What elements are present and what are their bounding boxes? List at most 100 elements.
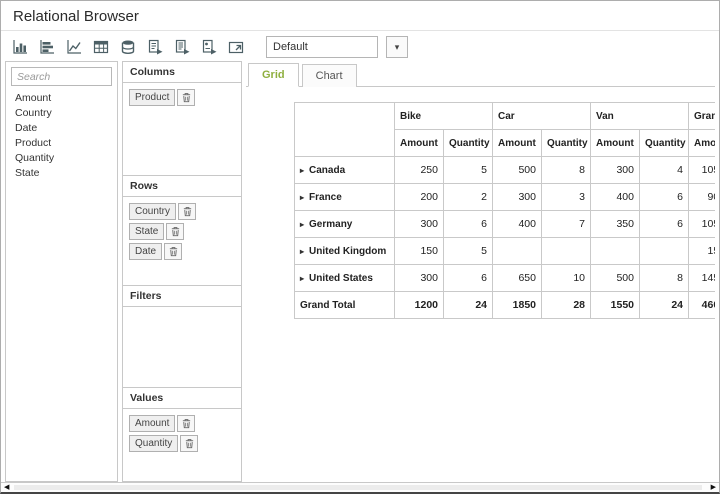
value-pill-quantity[interactable]: Quantity — [129, 435, 178, 452]
pivot-cell: 24 — [640, 292, 689, 319]
pill-row: State — [129, 223, 235, 240]
pivot-cell: 10 — [542, 265, 591, 292]
pivot-cell: 6 — [444, 211, 493, 238]
word-export-icon[interactable] — [171, 36, 193, 58]
pivot-cell: 500 — [591, 265, 640, 292]
pdf-export-icon[interactable] — [198, 36, 220, 58]
pivot-grid-icon[interactable] — [90, 36, 112, 58]
value-pill-amount[interactable]: Amount — [129, 415, 175, 432]
pill-row: Quantity — [129, 435, 235, 452]
tab-chart[interactable]: Chart — [302, 64, 357, 87]
pivot-cell: 1050 — [689, 157, 715, 184]
filters-section-title: Filters — [123, 285, 241, 307]
pivot-cell: 2 — [444, 184, 493, 211]
scroll-left-icon[interactable]: ◀ — [2, 483, 11, 492]
field-item-date[interactable]: Date — [6, 121, 117, 136]
trash-icon[interactable] — [177, 415, 195, 432]
pivot-cell: 250 — [395, 157, 444, 184]
trash-icon[interactable] — [166, 223, 184, 240]
pivot-cell: 150 — [689, 238, 715, 265]
trash-icon[interactable] — [178, 203, 196, 220]
report-dropdown[interactable]: Default — [266, 36, 378, 58]
pivot-cell: 8 — [640, 265, 689, 292]
column-group-car: Car — [493, 103, 591, 130]
row-pill-date[interactable]: Date — [129, 243, 162, 260]
pivot-cell: 400 — [493, 211, 542, 238]
field-item-product[interactable]: Product — [6, 136, 117, 151]
columns-drop-area[interactable]: Product — [123, 83, 241, 175]
column-chart-icon[interactable] — [9, 36, 31, 58]
pivot-cell: 1050 — [689, 211, 715, 238]
pivot-cell: 1200 — [395, 292, 444, 319]
pivot-cell: 300 — [493, 184, 542, 211]
search-input[interactable] — [11, 67, 112, 86]
report-dropdown-value: Default — [273, 41, 308, 53]
pivot-cell: 200 — [395, 184, 444, 211]
titlebar: Relational Browser — [1, 1, 719, 31]
pivot-cell: 300 — [395, 211, 444, 238]
pivot-cell: 24 — [444, 292, 493, 319]
field-item-amount[interactable]: Amount — [6, 91, 117, 106]
row-pill-country[interactable]: Country — [129, 203, 176, 220]
pivot-grid-area: Bike Car Van Grand Total Amount Quantity… — [294, 102, 715, 319]
toolbar: Default ▾ — [1, 31, 719, 61]
field-item-quantity[interactable]: Quantity — [6, 151, 117, 166]
pivot-cell — [493, 238, 542, 265]
bar-chart-icon[interactable] — [36, 36, 58, 58]
field-item-state[interactable]: State — [6, 166, 117, 181]
pivot-cell: 1850 — [493, 292, 542, 319]
expand-icon[interactable]: ▸ — [300, 193, 304, 202]
relational-browser-window: Relational Browser Default — [0, 0, 720, 494]
column-group-van: Van — [591, 103, 689, 130]
measure-header: Amount — [689, 130, 715, 157]
pivot-cell: 5 — [444, 238, 493, 265]
column-group-bike: Bike — [395, 103, 493, 130]
filters-drop-area[interactable] — [123, 307, 241, 387]
measure-header: Quantity — [542, 130, 591, 157]
expand-icon[interactable]: ▸ — [300, 166, 304, 175]
pivot-row-canada: ▸Canada 250 5 500 8 300 4 1050 — [295, 157, 716, 184]
database-icon[interactable] — [117, 36, 139, 58]
pivot-cell: 8 — [542, 157, 591, 184]
scroll-right-icon[interactable]: ▶ — [709, 483, 718, 492]
pivot-cell: 5 — [444, 157, 493, 184]
expand-icon[interactable]: ▸ — [300, 274, 304, 283]
page-title: Relational Browser — [13, 8, 139, 25]
expand-icon[interactable]: ▸ — [300, 247, 304, 256]
tab-strip: Grid Chart — [246, 61, 715, 87]
pivot-row-united-states: ▸United States 300 6 650 10 500 8 1450 — [295, 265, 716, 292]
rows-section-title: Rows — [123, 175, 241, 197]
pivot-row-france: ▸France 200 2 300 3 400 6 900 — [295, 184, 716, 211]
measure-header: Amount — [395, 130, 444, 157]
result-panel: Grid Chart Bike Car Van — [246, 61, 715, 482]
expand-icon[interactable]: ▸ — [300, 220, 304, 229]
row-label: Canada — [309, 165, 345, 176]
pivot-cell — [542, 238, 591, 265]
report-dropdown-arrow-button[interactable]: ▾ — [386, 36, 408, 58]
pivot-table: Bike Car Van Grand Total Amount Quantity… — [294, 102, 715, 319]
trash-icon[interactable] — [180, 435, 198, 452]
values-drop-area[interactable]: Amount Quantity — [123, 409, 241, 457]
column-pill-product[interactable]: Product — [129, 89, 175, 106]
row-pill-state[interactable]: State — [129, 223, 164, 240]
scrollbar-thumb[interactable] — [14, 485, 702, 490]
trash-icon[interactable] — [177, 89, 195, 106]
fullscreen-icon[interactable] — [225, 36, 247, 58]
pivot-cell: 650 — [493, 265, 542, 292]
excel-export-icon[interactable] — [144, 36, 166, 58]
line-chart-icon[interactable] — [63, 36, 85, 58]
pivot-cell: 350 — [591, 211, 640, 238]
row-label: United States — [309, 273, 373, 284]
row-label: Germany — [309, 219, 352, 230]
tab-grid[interactable]: Grid — [248, 63, 299, 87]
pivot-cell: 300 — [591, 157, 640, 184]
horizontal-scrollbar[interactable]: ◀ ▶ — [1, 482, 719, 492]
row-label: France — [309, 192, 342, 203]
pivot-cell: 1550 — [591, 292, 640, 319]
main-area: Amount Country Date Product Quantity Sta… — [1, 61, 719, 482]
pivot-cell: 6 — [444, 265, 493, 292]
trash-icon[interactable] — [164, 243, 182, 260]
rows-drop-area[interactable]: Country State Date — [123, 197, 241, 285]
measure-header: Quantity — [444, 130, 493, 157]
field-item-country[interactable]: Country — [6, 106, 117, 121]
